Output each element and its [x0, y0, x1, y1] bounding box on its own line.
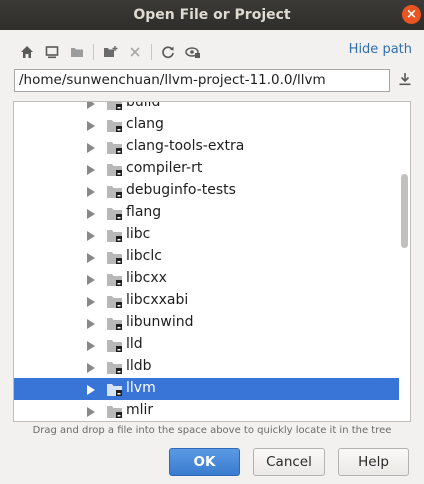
folder-icon [106, 271, 124, 287]
folder-icon [106, 381, 124, 397]
expand-arrow-icon[interactable] [87, 185, 97, 197]
folder-icon [106, 183, 124, 199]
tree-item-label: clang-tools-extra [126, 138, 245, 154]
title-bar: Open File or Project × [0, 0, 424, 30]
folder-icon [106, 249, 124, 265]
tree-item-flang[interactable]: flang [14, 202, 400, 224]
tree-item-label: lldb [126, 358, 152, 374]
toolbar-separator [93, 44, 94, 60]
expand-arrow-icon[interactable] [87, 295, 97, 307]
folder-icon [106, 117, 124, 133]
toolbar: Hide path [16, 40, 412, 64]
cancel-button[interactable]: Cancel [253, 448, 325, 476]
folder-icon [106, 227, 124, 243]
expand-arrow-icon[interactable] [87, 339, 97, 351]
folder-icon [106, 139, 124, 155]
folder-icon [106, 359, 124, 375]
folder-icon [106, 205, 124, 221]
tree-item-mlir[interactable]: mlir [14, 400, 400, 421]
tree-item-clang[interactable]: clang [14, 114, 400, 136]
file-tree[interactable]: build clang clang-tools-extra compiler-rt de… [13, 101, 411, 422]
tree-item-libc[interactable]: libc [14, 224, 400, 246]
expand-arrow-icon[interactable] [87, 317, 97, 329]
tree-item-label: libcxxabi [126, 292, 189, 308]
project-folder-icon[interactable] [66, 41, 88, 63]
expand-arrow-icon[interactable] [87, 361, 97, 373]
window-title: Open File or Project [133, 7, 291, 23]
path-input[interactable]: /home/sunwenchuan/llvm-project-11.0.0/ll… [14, 69, 390, 92]
path-row: /home/sunwenchuan/llvm-project-11.0.0/ll… [14, 69, 416, 94]
folder-icon [106, 337, 124, 353]
expand-arrow-icon[interactable] [87, 405, 97, 417]
tree-item-label: clang [126, 116, 164, 132]
close-icon: × [406, 7, 417, 22]
tree-item-label: llvm [126, 380, 156, 396]
expand-arrow-icon[interactable] [87, 273, 97, 285]
tree-item-label: libclc [126, 248, 162, 264]
expand-arrow-icon[interactable] [87, 163, 97, 175]
expand-arrow-icon[interactable] [87, 119, 97, 131]
expand-arrow-icon[interactable] [87, 141, 97, 153]
tree-item-libcxx[interactable]: libcxx [14, 268, 400, 290]
folder-icon [106, 161, 124, 177]
tree-item-label: compiler-rt [126, 160, 203, 176]
tree-scrollbar[interactable] [399, 102, 410, 421]
folder-icon [106, 403, 124, 419]
tree-item-build[interactable]: build [14, 101, 400, 114]
home-icon[interactable] [16, 41, 38, 63]
tree-item-libclc[interactable]: libclc [14, 246, 400, 268]
tree-item-lldb[interactable]: lldb [14, 356, 400, 378]
folder-icon [106, 293, 124, 309]
tree-item-debuginfo-tests[interactable]: debuginfo-tests [14, 180, 400, 202]
expand-arrow-icon[interactable] [87, 251, 97, 263]
desktop-icon[interactable] [41, 41, 63, 63]
expand-arrow-icon[interactable] [87, 102, 97, 109]
tree-item-libcxxabi[interactable]: libcxxabi [14, 290, 400, 312]
tree-item-label: lld [126, 336, 143, 352]
tree-item-libunwind[interactable]: libunwind [14, 312, 400, 334]
ok-button[interactable]: OK [169, 448, 240, 476]
scrollbar-thumb[interactable] [401, 174, 408, 248]
download-icon[interactable] [398, 71, 416, 91]
tree-item-lld[interactable]: lld [14, 334, 400, 356]
close-button[interactable]: × [402, 5, 421, 24]
tree-item-label: build [126, 101, 161, 110]
tree-item-label: debuginfo-tests [126, 182, 236, 198]
tree-item-label: libc [126, 226, 151, 242]
tree-item-label: mlir [126, 402, 154, 418]
expand-arrow-icon[interactable] [87, 383, 97, 395]
tree-item-clang-tools-extra[interactable]: clang-tools-extra [14, 136, 400, 158]
toolbar-separator [151, 44, 152, 60]
tree-item-label: libcxx [126, 270, 167, 286]
tree-item-label: libunwind [126, 314, 194, 330]
folder-icon [106, 102, 124, 111]
expand-arrow-icon[interactable] [87, 229, 97, 241]
tree-item-label: flang [126, 204, 162, 220]
folder-icon [106, 315, 124, 331]
hide-path-link[interactable]: Hide path [349, 42, 412, 57]
expand-arrow-icon[interactable] [87, 207, 97, 219]
show-hidden-icon[interactable] [182, 41, 204, 63]
tree-item-llvm[interactable]: llvm [14, 378, 400, 400]
help-button[interactable]: Help [338, 448, 409, 476]
new-folder-icon[interactable] [99, 41, 121, 63]
refresh-icon[interactable] [157, 41, 179, 63]
tree-item-compiler-rt[interactable]: compiler-rt [14, 158, 400, 180]
drag-drop-hint: Drag and drop a file into the space abov… [32, 425, 392, 436]
delete-icon[interactable] [124, 41, 146, 63]
